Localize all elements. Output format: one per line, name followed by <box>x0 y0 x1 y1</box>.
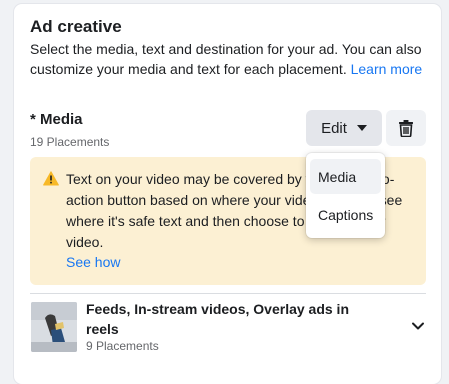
trash-icon <box>399 120 413 137</box>
warning-icon <box>43 171 59 186</box>
placement-group-title: Feeds, In-stream videos, Overlay ads in … <box>86 301 349 337</box>
section-description: Select the media, text and destination f… <box>30 39 434 79</box>
menu-item-media[interactable]: Media <box>310 159 381 194</box>
placement-thumbnail <box>31 302 77 352</box>
chevron-down-icon[interactable] <box>411 321 425 331</box>
section-title: Ad creative <box>30 17 122 36</box>
placement-group-count: 9 Placements <box>86 339 159 353</box>
menu-item-captions[interactable]: Captions <box>310 197 381 232</box>
divider <box>30 293 426 294</box>
edit-dropdown-menu: Media Captions <box>306 153 385 238</box>
media-label: * Media <box>30 111 83 128</box>
learn-more-link[interactable]: Learn more <box>351 61 423 77</box>
media-placements-count: 19 Placements <box>30 135 110 149</box>
see-how-link[interactable]: See how <box>66 254 120 270</box>
thumbnail-image <box>31 302 77 352</box>
edit-button-label: Edit <box>321 119 347 137</box>
edit-button[interactable]: Edit <box>306 110 382 146</box>
delete-button[interactable] <box>386 110 426 146</box>
caret-down-icon <box>356 125 367 131</box>
